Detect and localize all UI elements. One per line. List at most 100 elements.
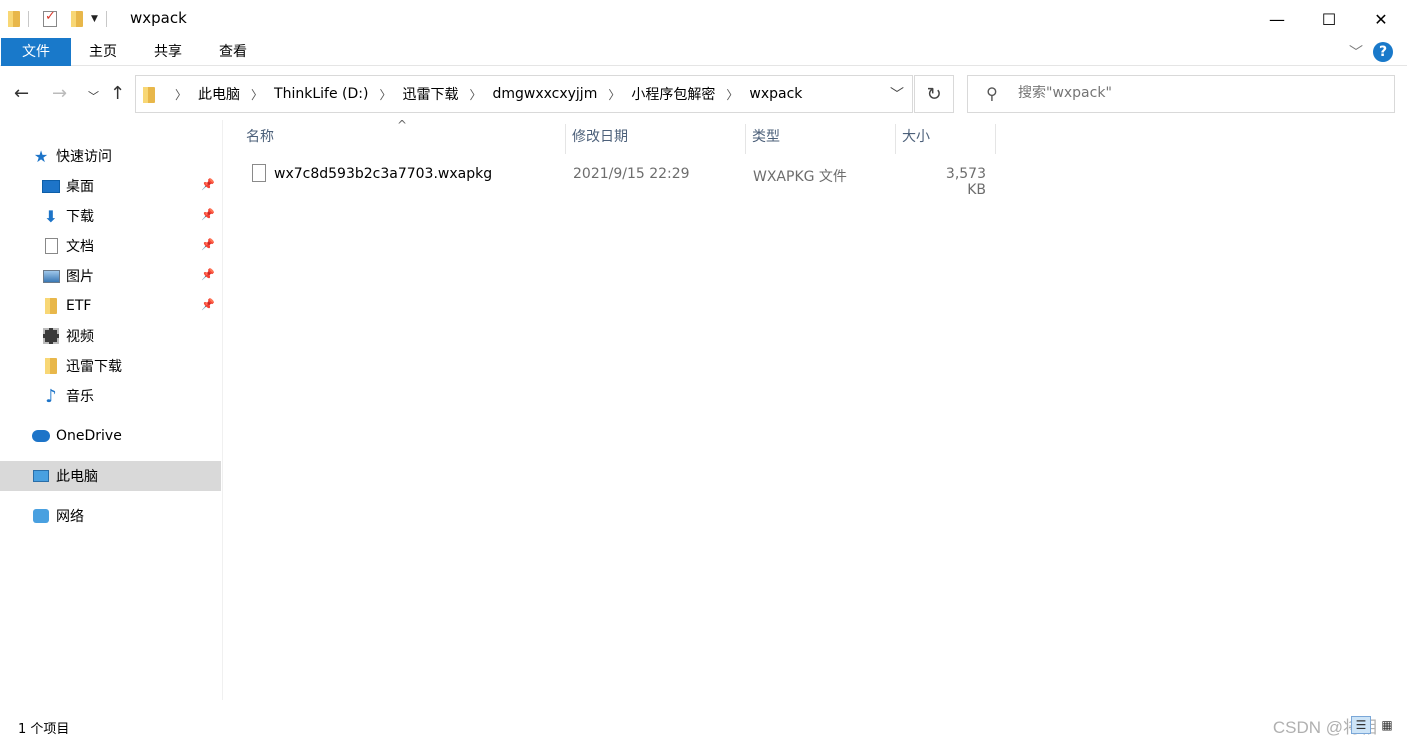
sidebar-item-this-pc[interactable]: 此电脑 <box>0 461 221 491</box>
tab-share[interactable]: 共享 <box>143 38 193 66</box>
breadcrumb-chevron-icon[interactable]: 〉 <box>469 86 481 103</box>
breadcrumb-item-xunlei[interactable]: 迅雷下载 <box>402 84 458 104</box>
sidebar-item-etf[interactable]: ETF 📌 <box>0 291 221 321</box>
sidebar-item-music[interactable]: ♪ 音乐 <box>0 381 221 411</box>
network-icon <box>33 509 49 523</box>
sidebar-item-downloads[interactable]: ⬇ 下载 📌 <box>0 201 221 231</box>
column-header-type[interactable]: 类型 <box>746 124 896 154</box>
divider <box>105 11 107 27</box>
large-icons-view-icon[interactable]: ▦ <box>1377 716 1397 734</box>
customize-toolbar-dropdown-icon[interactable]: ▼ <box>91 14 98 24</box>
divider <box>28 11 29 27</box>
sidebar-item-label: 桌面 <box>66 179 94 195</box>
pin-icon[interactable]: 📌 <box>201 208 215 221</box>
sidebar-item-videos[interactable]: 视频 <box>0 321 221 351</box>
sidebar-item-label: 图片 <box>66 269 94 285</box>
search-input[interactable] <box>1018 85 1378 101</box>
address-history-chevron-icon[interactable]: ﹀ <box>890 84 904 104</box>
item-count: 1 个项目 <box>18 722 70 737</box>
star-icon: ★ <box>33 146 49 166</box>
view-toggle: ☰ ▦ <box>1345 716 1397 734</box>
sidebar-item-network[interactable]: 网络 <box>0 501 221 531</box>
column-header-name[interactable]: 名称 <box>224 124 566 154</box>
details-view-icon[interactable]: ☰ <box>1351 716 1371 734</box>
cloud-icon <box>32 430 50 442</box>
pin-icon[interactable]: 📌 <box>201 238 215 251</box>
file-type: WXAPKG 文件 <box>753 169 847 185</box>
maximize-button[interactable]: ☐ <box>1303 0 1355 38</box>
refresh-icon: ↻ <box>926 83 942 105</box>
sidebar-item-label: 视频 <box>66 329 94 345</box>
new-folder-icon[interactable] <box>71 11 83 27</box>
file-name: wx7c8d593b2c3a7703.wxapkg <box>274 166 493 182</box>
minimize-button[interactable]: — <box>1251 0 1303 38</box>
expand-ribbon-chevron-icon[interactable]: ﹀ <box>1349 42 1363 62</box>
folder-icon <box>8 11 20 27</box>
file-size: 3,573 KB <box>945 166 986 198</box>
sidebar-item-label: ETF <box>66 298 92 314</box>
sidebar-item-label: 文档 <box>66 239 94 255</box>
breadcrumb-chevron-icon[interactable]: 〉 <box>608 86 620 103</box>
breadcrumb-item-this-pc[interactable]: 此电脑 <box>198 84 240 104</box>
sidebar-item-xunlei[interactable]: 迅雷下载 <box>0 351 221 381</box>
sidebar-item-label: 快速访问 <box>56 149 112 165</box>
forward-arrow-icon[interactable]: → <box>52 83 67 104</box>
desktop-icon <box>42 179 60 193</box>
sidebar-item-pictures[interactable]: 图片 📌 <box>0 261 221 291</box>
video-icon <box>43 328 59 344</box>
tab-home[interactable]: 主页 <box>78 38 128 66</box>
computer-icon <box>33 470 49 482</box>
ribbon-right-controls: ﹀ ? <box>1349 42 1393 62</box>
folder-icon <box>45 358 57 374</box>
quick-access-toolbar: ▼ <box>8 8 115 30</box>
tab-view[interactable]: 查看 <box>208 38 258 66</box>
tab-file[interactable]: 文件 <box>1 38 71 66</box>
pin-icon[interactable]: 📌 <box>201 268 215 281</box>
address-bar[interactable]: 〉 此电脑 〉 ThinkLife (D:) 〉 迅雷下载 〉 dmgwxxcx… <box>135 75 913 113</box>
document-icon <box>44 238 58 254</box>
pin-icon[interactable]: 📌 <box>201 178 215 191</box>
window-title: wxpack <box>130 9 187 27</box>
pin-icon[interactable]: 📌 <box>201 298 215 311</box>
search-box[interactable]: ⚲ <box>967 75 1395 113</box>
sidebar-item-quick-access[interactable]: ★ 快速访问 <box>0 141 221 171</box>
download-icon: ⬇ <box>44 206 58 226</box>
window-controls: — ☐ ✕ <box>1251 0 1407 38</box>
sidebar-item-label: 网络 <box>56 509 84 525</box>
sidebar-item-onedrive[interactable]: OneDrive <box>0 421 221 451</box>
table-row[interactable]: wx7c8d593b2c3a7703.wxapkg 2021/9/15 22:2… <box>246 160 996 198</box>
refresh-button[interactable]: ↻ <box>914 75 954 113</box>
sidebar-item-desktop[interactable]: 桌面 📌 <box>0 171 221 201</box>
close-button[interactable]: ✕ <box>1355 0 1407 38</box>
up-arrow-icon[interactable]: ↑ <box>110 83 125 104</box>
column-header-size[interactable]: 大小 <box>896 124 996 154</box>
breadcrumb-item-dmgwxxcxyjjm[interactable]: dmgwxxcxyjjm <box>492 86 597 102</box>
file-modified-date: 2021/9/15 22:29 <box>573 166 690 182</box>
file-icon <box>252 164 266 182</box>
breadcrumb: 〉 此电脑 〉 ThinkLife (D:) 〉 迅雷下载 〉 dmgwxxcx… <box>164 76 802 112</box>
sidebar-item-label: 此电脑 <box>56 469 98 485</box>
breadcrumb-chevron-icon[interactable]: 〉 <box>726 86 738 103</box>
music-icon: ♪ <box>45 385 57 407</box>
file-list: ^ 名称 修改日期 类型 大小 wx7c8d593b2c3a7703.wxapk… <box>224 118 1407 700</box>
properties-icon[interactable] <box>43 9 57 27</box>
sidebar-item-label: 音乐 <box>66 389 94 405</box>
status-bar: 1 个项目 CSDN @将相 ☰ ▦ <box>0 710 1407 741</box>
sidebar-item-documents[interactable]: 文档 📌 <box>0 231 221 261</box>
sidebar-item-label: 迅雷下载 <box>66 359 122 375</box>
ribbon-tabs: 文件 主页 共享 查看 ﹀ ? <box>0 38 1407 66</box>
breadcrumb-item-decrypt[interactable]: 小程序包解密 <box>631 84 715 104</box>
recent-locations-chevron-icon[interactable]: ﹀ <box>88 88 99 104</box>
title-bar: ▼ wxpack — ☐ ✕ <box>0 0 1407 38</box>
breadcrumb-chevron-icon[interactable]: 〉 <box>175 86 187 103</box>
breadcrumb-item-drive[interactable]: ThinkLife (D:) <box>274 86 368 102</box>
column-header-date[interactable]: 修改日期 <box>566 124 746 154</box>
breadcrumb-chevron-icon[interactable]: 〉 <box>379 86 391 103</box>
help-icon[interactable]: ? <box>1373 42 1393 62</box>
sidebar-item-label: 下载 <box>66 209 94 225</box>
back-arrow-icon[interactable]: ← <box>14 83 29 104</box>
search-icon: ⚲ <box>986 84 998 103</box>
sidebar-item-label: OneDrive <box>56 428 122 444</box>
breadcrumb-item-wxpack[interactable]: wxpack <box>749 86 802 102</box>
breadcrumb-chevron-icon[interactable]: 〉 <box>251 86 263 103</box>
